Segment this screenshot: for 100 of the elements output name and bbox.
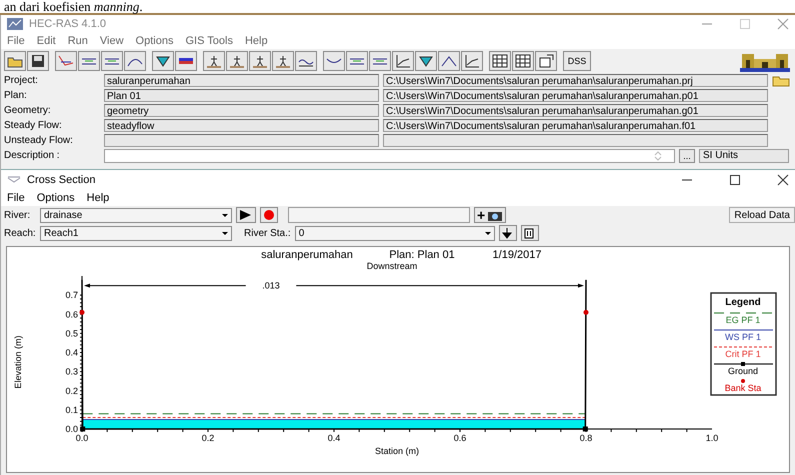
close-icon[interactable] xyxy=(777,174,789,186)
menu-item[interactable]: Run xyxy=(68,35,88,47)
toolbar-button[interactable] xyxy=(203,51,225,71)
y-tick-label: 0.2 xyxy=(65,386,78,396)
menu-item[interactable]: Help xyxy=(244,35,268,47)
legend-label: EG PF 1 xyxy=(726,315,760,325)
figure-icon xyxy=(229,54,245,68)
legend-label: WS PF 1 xyxy=(725,332,761,342)
cross-section-icon xyxy=(58,54,74,68)
name-field: steadyflow xyxy=(104,119,379,132)
name-field: saluranperumahan xyxy=(104,74,379,87)
table-icon xyxy=(515,54,531,68)
toolbar-button[interactable] xyxy=(249,51,271,71)
legend-label: Ground xyxy=(728,366,758,376)
field-label: Plan: xyxy=(4,90,28,101)
down-arrow-button[interactable] xyxy=(498,225,517,241)
name-field: Plan 01 xyxy=(104,89,379,102)
description-field[interactable] xyxy=(104,148,675,162)
toolbar-button[interactable] xyxy=(512,51,534,71)
trash-icon xyxy=(524,227,534,239)
plot-subtitle: Downstream xyxy=(366,261,418,271)
line-chart-icon xyxy=(395,54,411,68)
legend-label: Bank Sta xyxy=(724,383,762,393)
date-label: 1/19/2017 xyxy=(492,249,542,261)
save-icon xyxy=(30,54,46,68)
figure-icon xyxy=(252,54,268,68)
figure-icon xyxy=(275,54,291,68)
delete-button[interactable] xyxy=(520,225,539,241)
toolbar-button[interactable] xyxy=(272,51,294,71)
reload-data-button[interactable]: Reload Data xyxy=(729,207,795,223)
menu-item[interactable]: GIS Tools xyxy=(185,35,233,47)
field-label: Geometry: xyxy=(4,105,52,116)
x-tick-label: 0.8 xyxy=(580,433,592,443)
river-dropdown[interactable]: drainase xyxy=(40,208,232,222)
play-button[interactable] xyxy=(236,207,256,223)
window-title: HEC-RAS 4.1.0 xyxy=(29,18,106,30)
name-field: geometry xyxy=(104,104,379,117)
y-tick-label: 0.4 xyxy=(65,348,78,358)
toolbar-button[interactable] xyxy=(4,51,26,71)
menu-item[interactable]: File xyxy=(7,35,25,47)
toolbar-button[interactable] xyxy=(101,51,123,71)
menu-item[interactable]: View xyxy=(100,35,124,47)
toolbar-button[interactable] xyxy=(535,51,557,71)
plot-title: saluranperumahan xyxy=(261,249,353,261)
x-axis-title: Station (m) xyxy=(375,446,419,456)
input-field[interactable] xyxy=(288,207,470,223)
legend-title: Legend xyxy=(725,297,761,308)
line-chart-icon xyxy=(464,54,480,68)
record-button[interactable] xyxy=(260,207,278,223)
toolbar-button[interactable] xyxy=(461,51,483,71)
x-tick-label: 0.2 xyxy=(202,433,214,443)
figure-icon xyxy=(206,54,222,68)
spinner-icon[interactable] xyxy=(654,150,662,162)
menu-item[interactable]: Edit xyxy=(36,35,56,47)
toolbar-button[interactable] xyxy=(295,51,317,71)
menu-item[interactable]: Options xyxy=(36,192,75,204)
reach-dropdown[interactable]: Reach1 xyxy=(40,226,232,240)
y-axis-title: Elevation (m) xyxy=(13,336,23,389)
x-tick-label: 1.0 xyxy=(706,433,718,443)
collapse-icon[interactable] xyxy=(7,176,21,184)
toolbar-button[interactable] xyxy=(489,51,511,71)
menu-item[interactable]: Help xyxy=(86,192,110,204)
toolbar-button[interactable] xyxy=(415,51,437,71)
app-icon xyxy=(7,18,23,30)
window-title: Cross Section xyxy=(27,174,96,186)
toolbar-button[interactable] xyxy=(124,51,146,71)
toolbar-button[interactable] xyxy=(27,51,49,71)
toolbar-button[interactable] xyxy=(346,51,368,71)
add-camera-button[interactable]: + xyxy=(474,207,506,223)
menu-item[interactable]: Options xyxy=(136,35,174,47)
record-icon xyxy=(263,209,275,221)
toolbar-button[interactable] xyxy=(438,51,460,71)
down-arrow-icon xyxy=(502,227,512,239)
play-icon xyxy=(239,209,253,221)
maximize-icon[interactable] xyxy=(729,174,741,186)
y-tick-label: 0.0 xyxy=(65,424,78,434)
toolbar-button[interactable] xyxy=(152,51,174,71)
toolbar-button[interactable] xyxy=(78,51,100,71)
toolbar-button[interactable] xyxy=(55,51,77,71)
field-label: Description : xyxy=(4,150,61,161)
path-field: C:\Users\Win7\Documents\saluran perumahan\saluranperumahan.prj xyxy=(383,74,768,87)
table-icon xyxy=(492,54,508,68)
field-label: Reach: xyxy=(4,228,36,238)
x-tick-label: 0.6 xyxy=(454,433,466,443)
dss-button[interactable]: DSS xyxy=(563,51,591,71)
toolbar-button[interactable] xyxy=(175,51,197,71)
x-tick-label: 0.0 xyxy=(76,433,88,443)
field-label: River Sta.: xyxy=(244,228,291,238)
folder-icon[interactable] xyxy=(772,74,790,86)
river-station-dropdown[interactable]: 0 xyxy=(294,226,495,240)
browse-button[interactable]: ... xyxy=(679,148,695,162)
toolbar-button[interactable] xyxy=(323,51,345,71)
path-field: C:\Users\Win7\Documents\saluran perumahan\saluranperumahan.f01 xyxy=(383,119,768,132)
toolbar-button[interactable] xyxy=(369,51,391,71)
field-label: River: xyxy=(4,210,32,220)
toolbar-button[interactable] xyxy=(392,51,414,71)
x-tick-label: 0.4 xyxy=(328,433,340,443)
toolbar-button[interactable] xyxy=(226,51,248,71)
menu-item[interactable]: File xyxy=(7,192,25,204)
plan-label: Plan: Plan 01 xyxy=(389,249,455,261)
